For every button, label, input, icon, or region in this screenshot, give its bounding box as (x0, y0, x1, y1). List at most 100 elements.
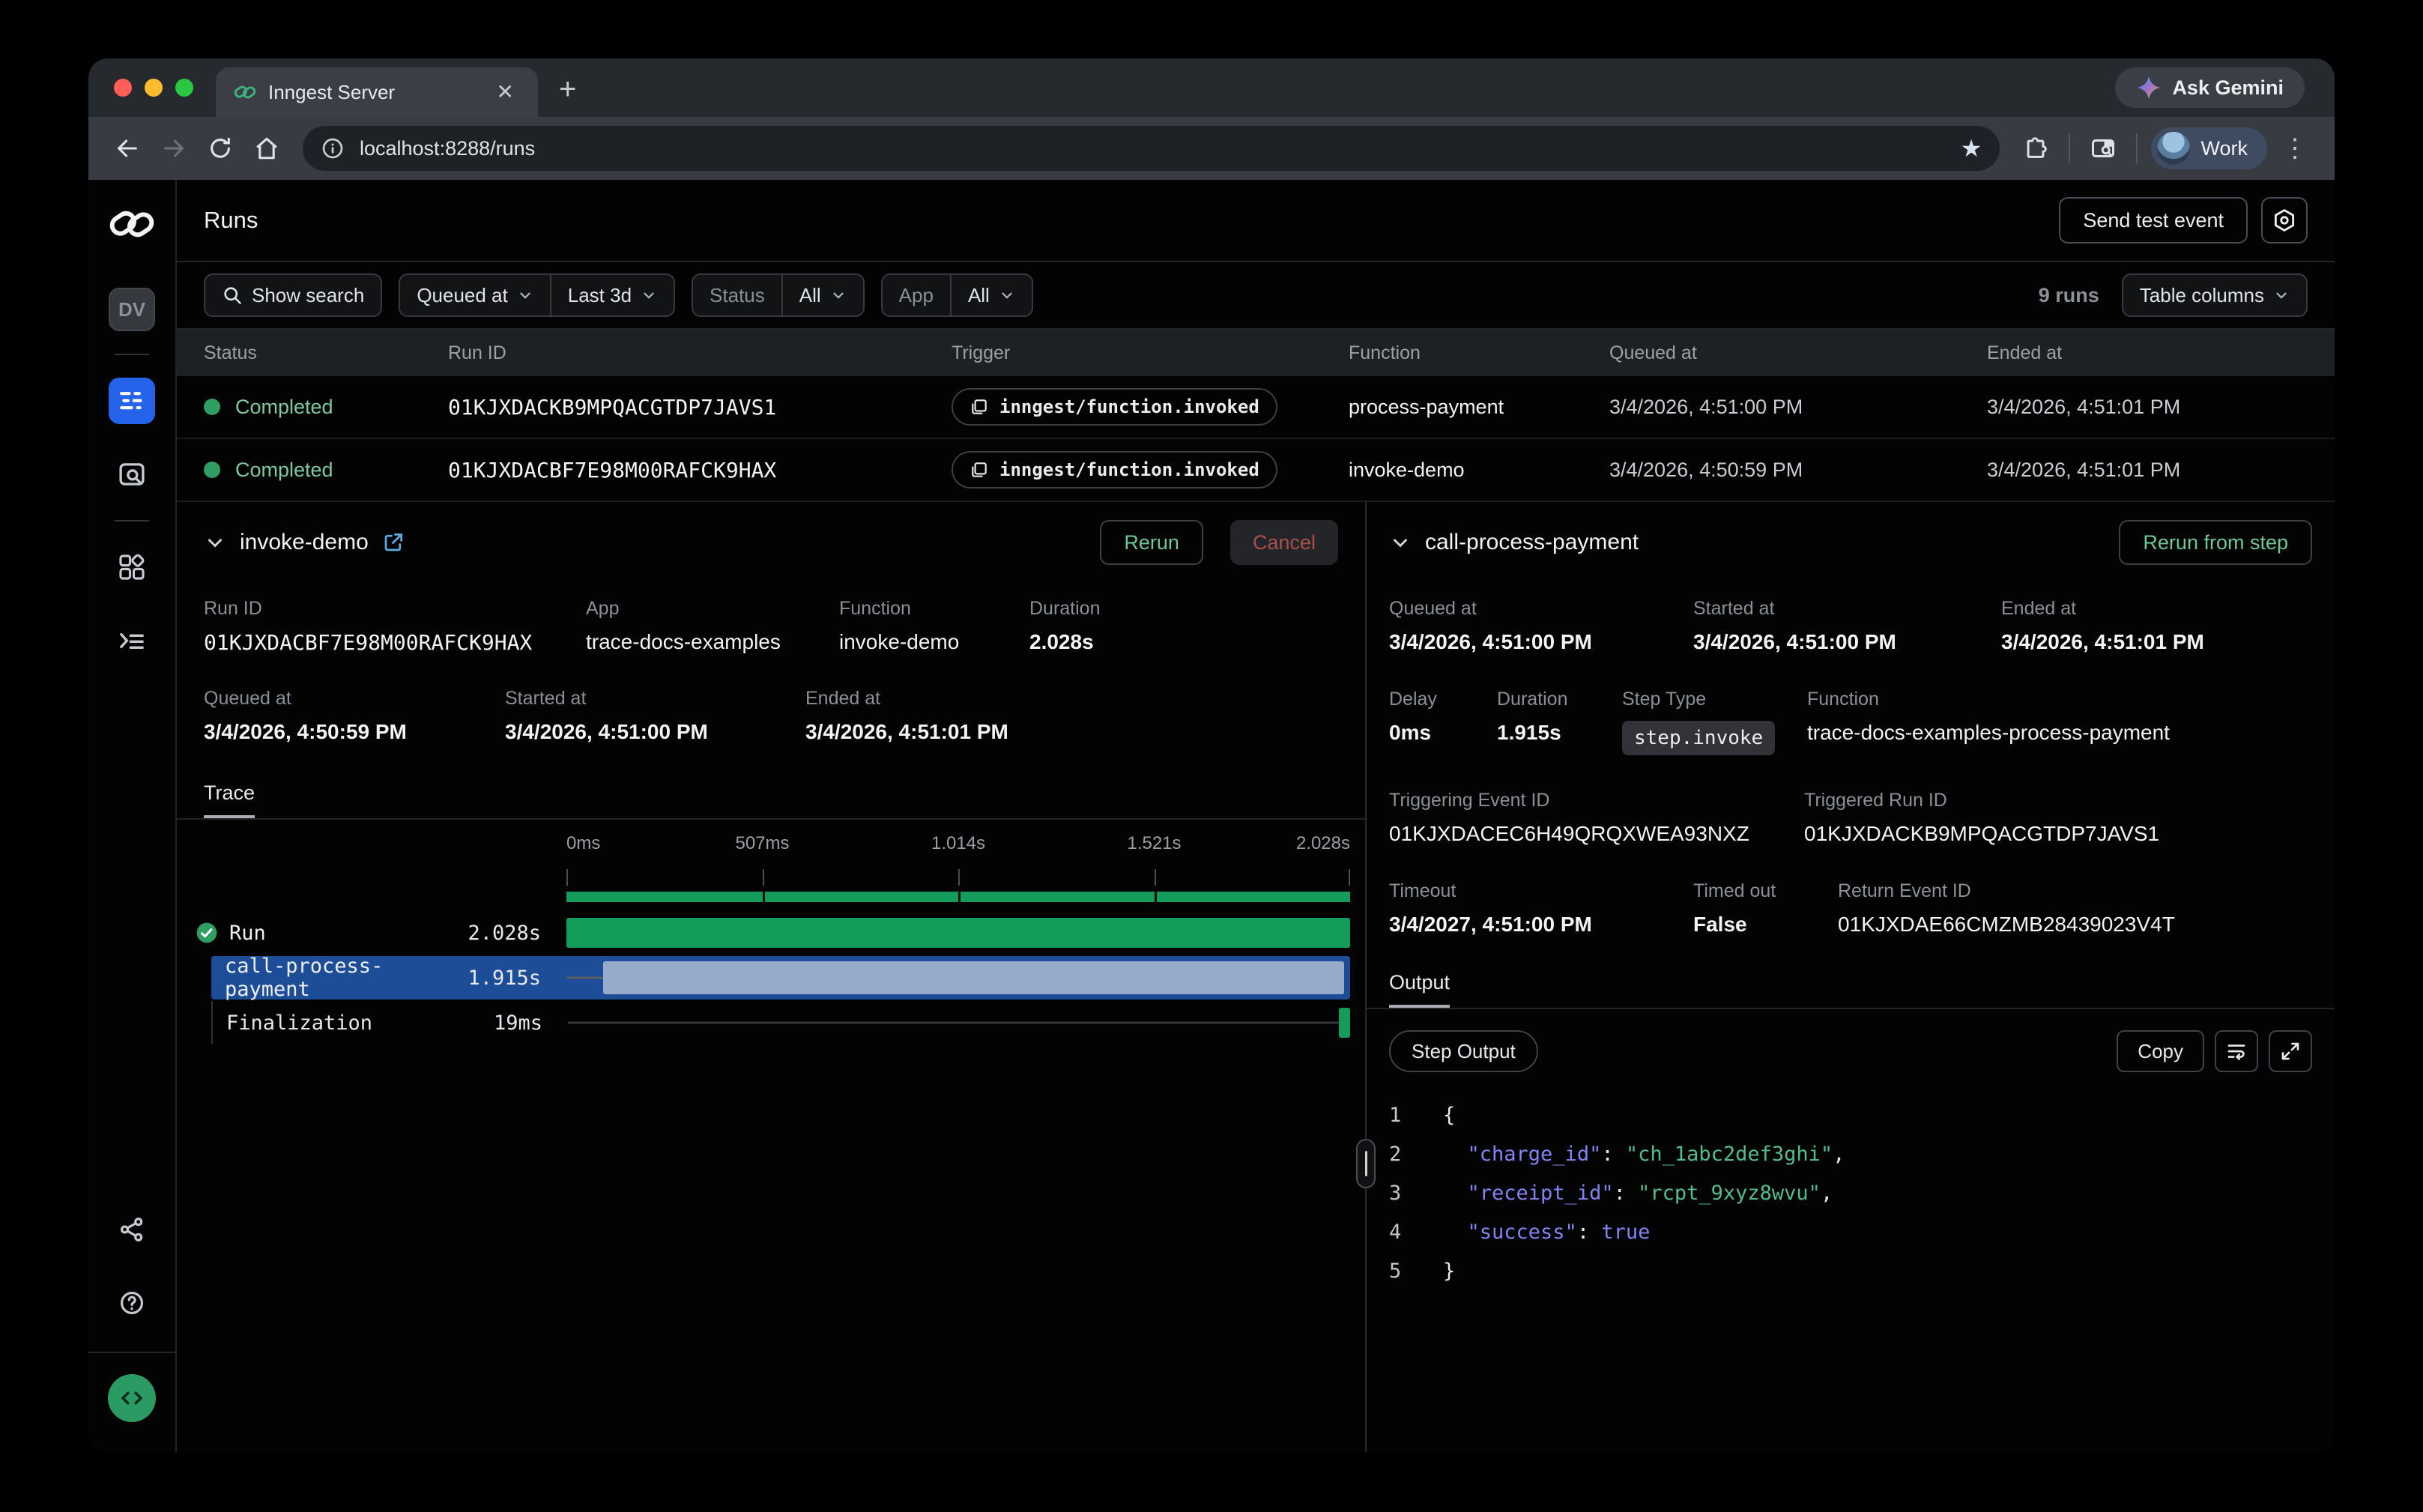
return-event-link[interactable]: 01KJXDAE66CMZMB28439023V4T (1838, 913, 2175, 937)
triggered-run-link[interactable]: 01KJXDACKB9MPQACGTDP7JAVS1 (1804, 822, 2159, 846)
url-text[interactable]: localhost:8288/runs (360, 137, 1946, 160)
triggering-event-field: Triggering Event ID 01KJXDACEC6H49QRQXWE… (1389, 790, 1804, 846)
rerun-button[interactable]: Rerun (1100, 520, 1203, 565)
trace-span-finalization[interactable]: Finalization 19ms (211, 1001, 1350, 1044)
runs-table-header: Status Run ID Trigger Function Queued at… (177, 330, 2335, 376)
time-field-select[interactable]: Queued at (400, 275, 549, 315)
bookmark-star-icon[interactable]: ★ (1961, 134, 1982, 163)
profile-chip[interactable]: Work (2151, 127, 2267, 169)
nav-runs-button[interactable] (109, 378, 155, 424)
rail-bottom-divider (88, 1352, 176, 1353)
code-text: "success": true (1443, 1221, 1650, 1244)
forward-icon[interactable] (154, 129, 193, 168)
app-filter[interactable]: App All (881, 273, 1033, 317)
output-tab-row: Output (1367, 971, 2335, 1009)
browser-tab[interactable]: Inngest Server ✕ (216, 67, 538, 117)
nav-apps-button[interactable] (109, 544, 155, 590)
line-number: 2 (1389, 1143, 1422, 1166)
time-range-select[interactable]: Last 3d (550, 275, 674, 315)
step-output-toggle[interactable]: Step Output (1389, 1030, 1538, 1072)
chevron-down-icon[interactable] (204, 531, 226, 554)
app-value-label: All (968, 284, 990, 307)
event-icon (969, 397, 989, 417)
help-button[interactable] (109, 1280, 155, 1326)
queued-at-value: 3/4/2026, 4:50:59 PM (1609, 459, 1987, 482)
browser-menu-icon[interactable]: ⋮ (2275, 133, 2315, 163)
copy-button[interactable]: Copy (2117, 1030, 2204, 1072)
tab-output[interactable]: Output (1389, 971, 1450, 1008)
table-columns-button[interactable]: Table columns (2122, 273, 2308, 317)
browser-toolbar: localhost:8288/runs ★ Work ⋮ (88, 117, 2335, 180)
back-icon[interactable] (108, 129, 147, 168)
tab-close-icon[interactable]: ✕ (491, 79, 520, 106)
ended-at-value: 3/4/2026, 4:51:01 PM (1987, 396, 2308, 419)
settings-gear-button[interactable] (2261, 197, 2308, 244)
code-text: } (1443, 1260, 1455, 1283)
ask-gemini-button[interactable]: Ask Gemini (2115, 67, 2305, 108)
close-window-button[interactable] (114, 79, 132, 97)
cancel-button[interactable]: Cancel (1230, 520, 1338, 565)
external-link-icon[interactable] (382, 531, 405, 554)
line-number: 4 (1389, 1221, 1422, 1244)
function-link[interactable]: invoke-demo (839, 630, 1029, 654)
table-row[interactable]: Completed 01KJXDACBF7E98M00RAFCK9HAX inn… (177, 439, 2335, 502)
time-field-label: Queued at (417, 284, 507, 307)
trace-bar-finalization[interactable] (1339, 1008, 1350, 1038)
status-value-label: All (799, 284, 821, 307)
table-row[interactable]: Completed 01KJXDACKB9MPQACGTDP7JAVS1 inn… (177, 376, 2335, 439)
new-tab-button[interactable]: + (559, 73, 576, 106)
trace-bar-run[interactable] (566, 918, 1350, 948)
time-filter[interactable]: Queued at Last 3d (399, 273, 675, 317)
trace-bar-step[interactable] (603, 961, 1343, 994)
zoom-window-button[interactable] (175, 79, 193, 97)
site-info-icon[interactable] (321, 136, 345, 160)
trace-span-run[interactable]: Run 2.028s (192, 911, 1350, 955)
nav-terminal-button[interactable] (109, 617, 155, 664)
function-field: Function invoke-demo (839, 598, 1029, 655)
trigger-badge[interactable]: inngest/function.invoked (952, 451, 1277, 489)
step-function-link[interactable]: trace-docs-examples-process-payment (1807, 721, 2170, 745)
extensions-icon[interactable] (2016, 129, 2055, 168)
toolbar-divider-2 (2136, 133, 2138, 163)
reload-icon[interactable] (201, 129, 240, 168)
trace-span-selected[interactable]: call-process-payment 1.915s (211, 956, 1350, 1000)
step-ended-field: Ended at 3/4/2026, 4:51:01 PM (2001, 598, 2204, 654)
status-filter-value[interactable]: All (781, 275, 863, 315)
check-circle-icon (195, 921, 219, 945)
code-line: 1{ (1389, 1104, 2312, 1143)
trace-baseline (568, 1022, 1350, 1024)
step-type-field: Step Type step.invoke (1622, 689, 1807, 755)
app-avatar[interactable]: DV (109, 288, 155, 331)
word-wrap-button[interactable] (2215, 1030, 2258, 1072)
inngest-logo-icon (234, 81, 256, 103)
app-filter-value[interactable]: All (950, 275, 1032, 315)
tab-trace[interactable]: Trace (204, 781, 255, 818)
nav-rail: DV (88, 180, 177, 1452)
search-sidebar-icon[interactable] (2084, 129, 2123, 168)
expand-button[interactable] (2269, 1030, 2312, 1072)
chevron-down-icon[interactable] (1389, 531, 1412, 554)
ended-at-field: Ended at 3/4/2026, 4:51:01 PM (805, 688, 1008, 744)
function-name: process-payment (1349, 396, 1609, 419)
run-id-field: Run ID 01KJXDACBF7E98M00RAFCK9HAX (204, 598, 586, 655)
home-icon[interactable] (247, 129, 286, 168)
run-id[interactable]: 01KJXDACKB9MPQACGTDP7JAVS1 (448, 395, 952, 420)
dev-tools-fab[interactable] (108, 1374, 156, 1422)
trigger-badge[interactable]: inngest/function.invoked (952, 388, 1277, 426)
share-button[interactable] (109, 1206, 155, 1253)
nav-debugger-button[interactable] (109, 451, 155, 498)
status-filter[interactable]: Status All (692, 273, 865, 317)
show-search-button[interactable]: Show search (204, 273, 382, 317)
profile-avatar (2157, 132, 2190, 165)
url-bar[interactable]: localhost:8288/runs ★ (303, 126, 2000, 171)
send-test-event-button[interactable]: Send test event (2059, 197, 2248, 244)
pane-resize-handle[interactable] (1356, 1139, 1376, 1188)
run-id[interactable]: 01KJXDACBF7E98M00RAFCK9HAX (448, 458, 952, 483)
app-link[interactable]: trace-docs-examples (586, 630, 839, 654)
rerun-from-step-button[interactable]: Rerun from step (2119, 520, 2312, 565)
minimize-window-button[interactable] (145, 79, 163, 97)
event-icon (969, 460, 989, 480)
triggering-event-link[interactable]: 01KJXDACEC6H49QRQXWEA93NXZ (1389, 822, 1804, 846)
trace-minimap[interactable] (566, 892, 1350, 902)
output-code-block[interactable]: 1{2 "charge_id": "ch_1abc2def3ghi",3 "re… (1389, 1104, 2312, 1298)
